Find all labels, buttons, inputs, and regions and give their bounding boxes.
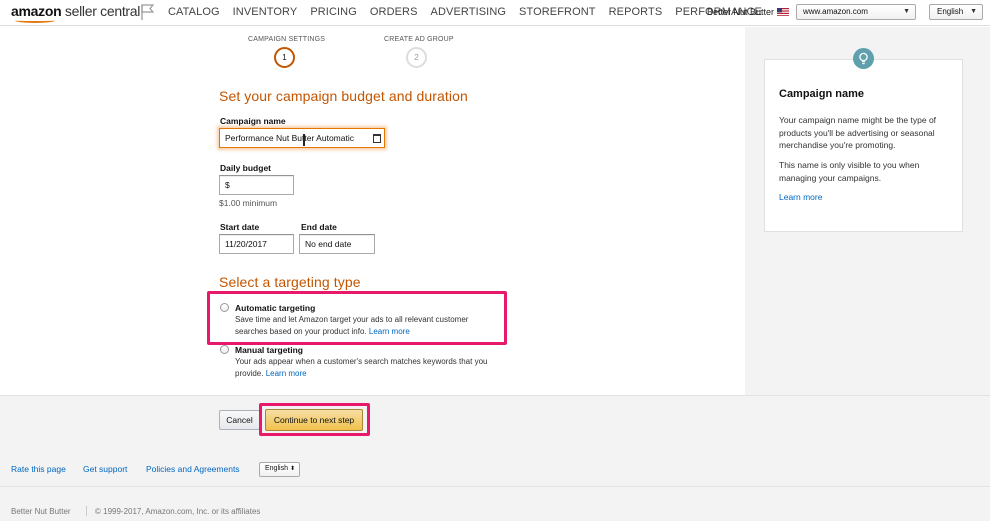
daily-budget-value: $	[225, 180, 230, 190]
seller-central-logo[interactable]: amazon seller central	[11, 3, 141, 23]
autofill-icon[interactable]	[373, 134, 381, 143]
start-date-label: Start date	[220, 222, 260, 232]
text-cursor-icon	[303, 134, 305, 146]
footer-divider	[0, 486, 990, 487]
help-text-1: Your campaign name might be the type of …	[779, 115, 937, 150]
chevron-down-icon: ▼	[903, 8, 910, 15]
campaign-name-value: Performance Nut Butter Automatic	[225, 133, 354, 143]
language-select[interactable]: English ▼	[929, 4, 983, 20]
nav-pricing[interactable]: PRICING	[310, 6, 357, 18]
daily-budget-hint: $1.00 minimum	[219, 198, 278, 208]
get-support-link[interactable]: Get support	[83, 464, 127, 474]
nav-reports[interactable]: REPORTS	[609, 6, 663, 18]
campaign-name-label: Campaign name	[220, 116, 286, 126]
end-date-input[interactable]: No end date	[299, 234, 375, 254]
budget-heading: Set your campaign budget and duration	[219, 88, 468, 104]
start-date-input[interactable]: 11/20/2017	[219, 234, 294, 254]
footer-separator	[86, 506, 87, 516]
manual-targeting-desc-2-row: provide. Learn more	[235, 368, 307, 380]
logo-seller-central-text: seller central	[61, 3, 141, 19]
footer-copyright: © 1999-2017, Amazon.com, Inc. or its aff…	[95, 507, 261, 516]
manual-targeting-radio[interactable]	[220, 345, 229, 354]
marketplace-select[interactable]: www.amazon.com ▼	[796, 4, 916, 20]
step-2-indicator: 2	[406, 47, 427, 68]
seller-name: Better Nut Butter	[707, 7, 775, 17]
automatic-targeting-title: Automatic targeting	[235, 303, 316, 313]
rate-this-page-link[interactable]: Rate this page	[11, 464, 66, 474]
daily-budget-input[interactable]: $	[219, 175, 294, 195]
logo-amazon-text: amazon	[11, 3, 62, 19]
end-date-label: End date	[301, 222, 337, 232]
automatic-targeting-radio[interactable]	[220, 303, 229, 312]
policies-link[interactable]: Policies and Agreements	[146, 464, 240, 474]
step-campaign-settings-label: CAMPAIGN SETTINGS	[248, 36, 326, 43]
manual-targeting-desc-1: Your ads appear when a customer's search…	[235, 357, 488, 366]
nav-storefront[interactable]: STOREFRONT	[519, 6, 596, 18]
chevron-down-icon: ▼	[970, 8, 977, 15]
daily-budget-label: Daily budget	[220, 163, 272, 173]
end-date-value: No end date	[305, 239, 352, 249]
campaign-name-input[interactable]: Performance Nut Butter Automatic	[219, 128, 385, 148]
cancel-button[interactable]: Cancel	[219, 410, 260, 430]
manual-targeting-desc-2: provide.	[235, 369, 264, 378]
automatic-targeting-desc-2: searches based on your product info.	[235, 327, 367, 336]
help-learn-more-link[interactable]: Learn more	[779, 192, 822, 202]
step-create-ad-group-label: CREATE AD GROUP	[384, 36, 454, 43]
nav-inventory[interactable]: INVENTORY	[233, 6, 298, 18]
chevron-updown-icon: ⬍	[289, 466, 295, 472]
action-bar	[0, 395, 990, 452]
flag-icon[interactable]	[140, 4, 154, 20]
language-value: English	[937, 7, 964, 16]
main-menu: CATALOG INVENTORY PRICING ORDERS ADVERTI…	[168, 6, 775, 18]
help-title: Campaign name	[779, 88, 864, 100]
automatic-targeting-learn-more[interactable]: Learn more	[369, 327, 410, 336]
footer-seller-name: Better Nut Butter	[11, 507, 71, 516]
footer-language-value: English	[265, 465, 288, 472]
start-date-value: 11/20/2017	[225, 239, 267, 249]
footer-language-select[interactable]: English ⬍	[259, 462, 300, 477]
marketplace-value: www.amazon.com	[803, 7, 868, 16]
nav-advertising[interactable]: ADVERTISING	[431, 6, 506, 18]
automatic-targeting-desc-1: Save time and let Amazon target your ads…	[235, 315, 469, 324]
step-1-indicator: 1	[274, 47, 295, 68]
nav-orders[interactable]: ORDERS	[370, 6, 418, 18]
automatic-targeting-desc-2-row: searches based on your product info. Lea…	[235, 326, 410, 338]
continue-button-highlight	[259, 403, 370, 436]
manual-targeting-learn-more[interactable]: Learn more	[266, 369, 307, 378]
targeting-heading: Select a targeting type	[219, 274, 361, 290]
nav-catalog[interactable]: CATALOG	[168, 6, 220, 18]
logo-smile	[15, 18, 55, 23]
lightbulb-icon	[853, 48, 874, 69]
help-text-2: This name is only visible to you when ma…	[779, 160, 920, 183]
manual-targeting-title: Manual targeting	[235, 345, 304, 355]
top-nav: amazon seller central CATALOG INVENTORY …	[0, 0, 990, 26]
us-flag-icon	[777, 8, 789, 16]
